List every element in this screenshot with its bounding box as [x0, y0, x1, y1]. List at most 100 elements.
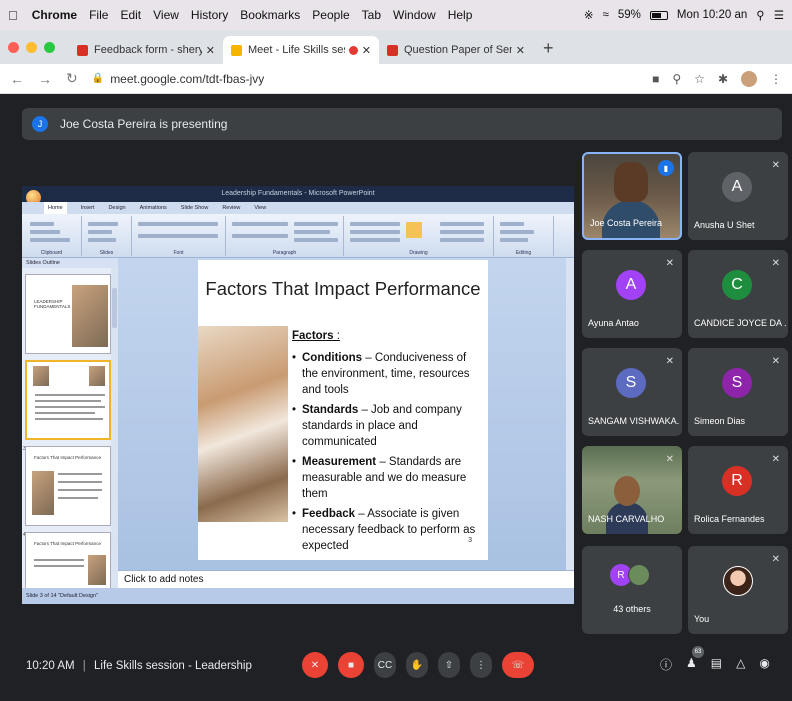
pp-status-bar: Slide 3 of 14 "Default Design"	[22, 588, 574, 604]
participant-avatar: R	[722, 466, 752, 496]
participant-name: Anusha U Shet	[694, 220, 755, 230]
participant-name: Ayuna Antao	[588, 318, 639, 328]
presenter-video	[614, 162, 648, 202]
window-controls	[8, 30, 55, 64]
chat-icon[interactable]: ▤	[711, 656, 722, 673]
factor-feedback: Feedback – Associate is given necessary …	[292, 506, 482, 554]
spotlight-search-icon[interactable]: ⚲	[756, 8, 764, 22]
screen:  Chrome File Edit View History Bookmark…	[0, 0, 792, 701]
chrome-menu-icon[interactable]: ⋮	[770, 72, 782, 86]
mic-off-icon: ✕	[665, 258, 674, 269]
extensions-puzzle-icon[interactable]: ✱	[718, 72, 728, 86]
participant-avatar: S	[616, 368, 646, 398]
participant-tile-self[interactable]: ✕ You	[688, 546, 788, 634]
close-tab-icon[interactable]: ✕	[206, 44, 215, 57]
participant-name: CANDICE JOYCE DA ...	[694, 318, 786, 328]
lock-icon[interactable]: 🔒	[92, 73, 104, 84]
pp-tab-view: View	[254, 205, 267, 211]
forward-arrow-icon[interactable]: →	[38, 71, 52, 87]
activities-icon[interactable]: △	[736, 656, 745, 673]
meeting-info: 10:20 AM | Life Skills session - Leaders…	[26, 660, 252, 672]
tab-feedback-form[interactable]: Feedback form - sheryl.dasilv ✕	[69, 36, 223, 64]
factor-standards: Standards – Job and company standards in…	[292, 402, 482, 450]
host-controls-icon[interactable]: ◉	[759, 656, 769, 673]
slide-scrollbar[interactable]	[566, 258, 574, 570]
minimize-window-button[interactable]	[26, 41, 37, 53]
tab-question-paper[interactable]: Question Paper of Semester-I ✕	[379, 36, 533, 64]
pp-tab-review: Review	[222, 205, 241, 211]
mac-menubar:  Chrome File Edit View History Bookmark…	[0, 0, 792, 30]
menu-people[interactable]: People	[312, 8, 349, 22]
end-call-button[interactable]: ☏	[502, 652, 534, 678]
participant-tile-simeon[interactable]: ✕ S Simeon Dias	[688, 348, 788, 436]
slide-thumbnail-selected	[25, 360, 111, 440]
menu-bookmarks[interactable]: Bookmarks	[240, 8, 300, 22]
battery-icon[interactable]	[649, 10, 668, 20]
profile-avatar[interactable]	[741, 70, 757, 87]
zoom-window-button[interactable]	[44, 41, 55, 53]
raise-hand-button[interactable]: ✋	[406, 652, 428, 678]
meeting-details-icon[interactable]: ⓘ	[660, 656, 672, 673]
more-options-button[interactable]: ⋮	[470, 652, 492, 678]
slide-photo	[198, 326, 288, 522]
participant-tile-rolica[interactable]: ✕ R Rolica Fernandes	[688, 446, 788, 534]
camera-off-button[interactable]: ■	[338, 652, 364, 678]
pp-workspace: Slides Outline LEADERSHIP FUNDAMENTALS F…	[22, 258, 574, 588]
close-tab-icon[interactable]: ✕	[362, 44, 371, 57]
participant-name: Rolica Fernandes	[694, 514, 765, 524]
pp-tab-design: Design	[108, 205, 126, 211]
pp-slide-thumbnails: LEADERSHIP FUNDAMENTALS 3 Fact	[22, 268, 118, 588]
camera-icon[interactable]: ■	[652, 72, 659, 86]
tab-meet[interactable]: Meet - Life Skills session - ✕	[223, 36, 379, 64]
participant-tile-sangam[interactable]: ✕ S SANGAM VISHWAKA...	[582, 348, 682, 436]
url-field[interactable]: meet.google.com/tdt-fbas-jvy	[110, 72, 264, 86]
battery-percent: 59%	[617, 9, 641, 21]
notification-center-icon[interactable]: ☰	[774, 8, 784, 22]
present-button[interactable]: ⇧	[438, 652, 460, 678]
speaking-indicator-icon: ▮	[658, 160, 674, 176]
wifi-icon[interactable]: ≈	[603, 9, 609, 21]
pp-tab-insert: Insert	[80, 205, 95, 211]
menu-view[interactable]: View	[153, 8, 179, 22]
side-controls: ⓘ ♟ ▤ △ ◉	[660, 656, 770, 673]
bookmark-star-icon[interactable]: ☆	[694, 72, 705, 86]
pp-ribbon-tabs: Home Insert Design Animations Slide Show…	[22, 202, 574, 214]
captions-button[interactable]: CC	[374, 652, 396, 678]
menubar-clock[interactable]: Mon 10:20 an	[677, 9, 747, 21]
menu-history[interactable]: History	[191, 8, 228, 22]
participant-tile-anusha[interactable]: ✕ A Anusha U Shet	[688, 152, 788, 240]
bluetooth-icon[interactable]: ※	[584, 8, 594, 22]
mic-off-icon: ✕	[665, 356, 674, 367]
participant-tile-others[interactable]: R 43 others	[582, 546, 682, 634]
close-tab-icon[interactable]: ✕	[516, 44, 525, 57]
mic-off-button[interactable]: ✕	[302, 652, 328, 678]
menu-help[interactable]: Help	[448, 8, 473, 22]
participant-tile-joe[interactable]: ▮ Joe Costa Pereira	[582, 152, 682, 240]
new-tab-button[interactable]: +	[543, 38, 554, 59]
participant-tile-nash[interactable]: ✕ NASH CARVALHO	[582, 446, 682, 534]
gmail-favicon-icon	[387, 44, 398, 56]
reload-icon[interactable]: ↻	[66, 70, 78, 87]
back-arrow-icon[interactable]: ←	[10, 71, 24, 87]
menu-tab[interactable]: Tab	[362, 8, 381, 22]
slide-page-number: 3	[468, 537, 472, 544]
menu-app-name[interactable]: Chrome	[32, 8, 77, 22]
thumbnail-scrollbar[interactable]	[111, 268, 118, 588]
zoom-icon[interactable]: ⚲	[672, 72, 681, 86]
participant-tile-ayuna[interactable]: ✕ A Ayuna Antao	[582, 250, 682, 338]
menu-edit[interactable]: Edit	[120, 8, 141, 22]
close-window-button[interactable]	[8, 41, 19, 53]
pp-group-drawing: Drawing	[344, 216, 494, 256]
participant-tile-candice[interactable]: ✕ C CANDICE JOYCE DA ...	[688, 250, 788, 338]
factor-measurement: Measurement – Standards are measurable a…	[292, 454, 482, 502]
pp-group-slides: Slides	[82, 216, 132, 256]
apple-icon[interactable]: 	[8, 8, 18, 23]
people-icon[interactable]: ♟	[686, 656, 697, 673]
pp-panel-tabs: Slides Outline	[22, 258, 118, 268]
pp-group-editing: Editing	[494, 216, 554, 256]
shared-screen: Leadership Fundamentals - Microsoft Powe…	[22, 186, 574, 604]
mic-off-icon: ✕	[771, 258, 780, 269]
participant-name: Simeon Dias	[694, 416, 746, 426]
menu-window[interactable]: Window	[393, 8, 436, 22]
menu-file[interactable]: File	[89, 8, 108, 22]
